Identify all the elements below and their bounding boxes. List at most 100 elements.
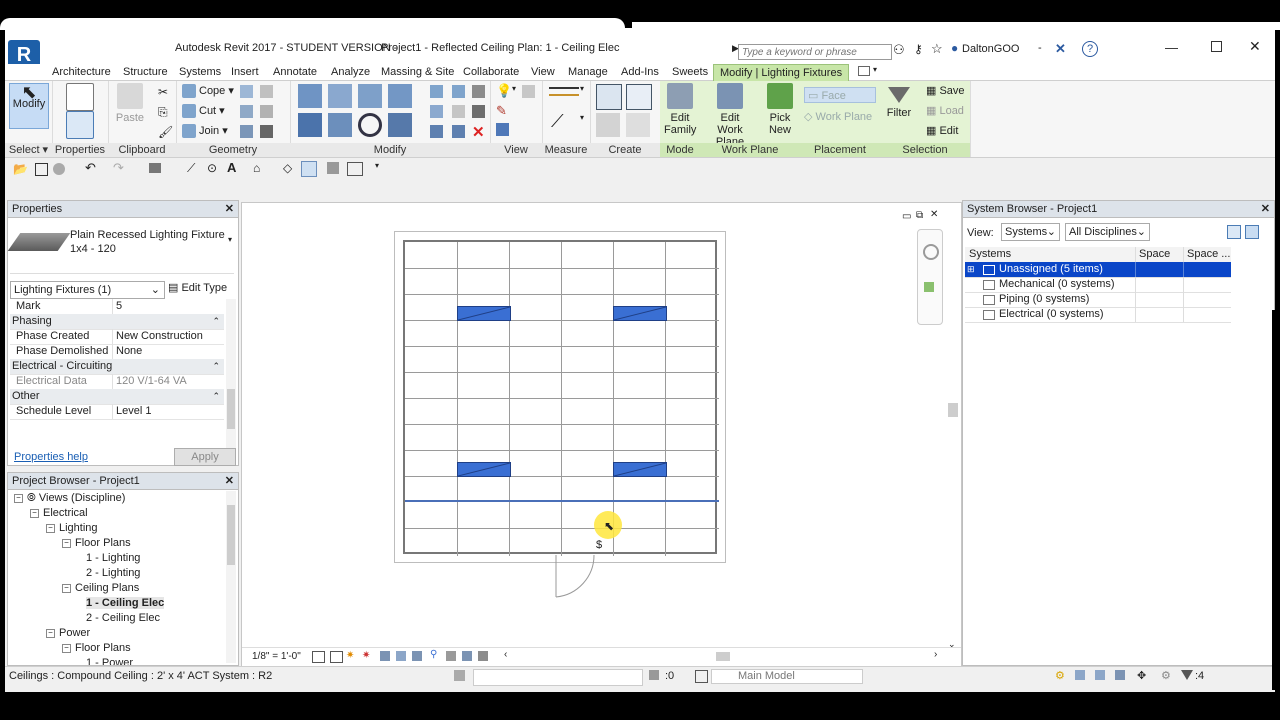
- tab-analyze[interactable]: Analyze: [331, 64, 370, 80]
- temp-view-properties-icon[interactable]: [462, 651, 472, 661]
- property-row[interactable]: Schedule Level Level 1: [10, 404, 224, 420]
- temp-hide-icon[interactable]: ⚲: [430, 649, 437, 660]
- measure-icon[interactable]: [549, 87, 579, 96]
- drag-elements-icon[interactable]: ✥: [1137, 669, 1146, 682]
- property-row[interactable]: Phase Created New Construction: [10, 329, 224, 345]
- join-button[interactable]: Join ▾: [182, 123, 228, 139]
- design-options-icon[interactable]: [695, 670, 708, 683]
- properties-button[interactable]: [66, 111, 94, 142]
- system-browser-options-icon[interactable]: [1245, 225, 1259, 239]
- properties-scrollbar[interactable]: [226, 299, 236, 449]
- apply-button[interactable]: Apply: [174, 448, 236, 466]
- tree-collapse-icon[interactable]: −: [14, 493, 23, 503]
- browser-tree-item[interactable]: − Electrical: [30, 506, 88, 521]
- instance-filter-select[interactable]: Lighting Fixtures (1) ⌄: [10, 281, 165, 299]
- cut-geometry-button[interactable]: Cut ▾: [182, 103, 225, 119]
- tab-view[interactable]: View: [531, 64, 555, 80]
- dimension-dropdown-icon[interactable]: ▾: [580, 113, 584, 122]
- modify-tool-button[interactable]: ⬉ Modify: [9, 83, 49, 129]
- filter-status-icon[interactable]: [1181, 670, 1193, 680]
- property-value[interactable]: Level 1: [112, 404, 224, 419]
- property-category[interactable]: Phasing ⌃: [10, 314, 224, 330]
- section-icon[interactable]: ◇: [283, 161, 292, 175]
- array-icon[interactable]: [430, 105, 443, 118]
- rotate-icon[interactable]: [358, 113, 382, 137]
- lighting-fixture[interactable]: [613, 306, 667, 321]
- measure-dropdown-icon[interactable]: ▾: [580, 84, 584, 93]
- property-row[interactable]: Mark 5: [10, 299, 224, 315]
- browser-tree-item[interactable]: − ⦾ Views (Discipline): [14, 491, 125, 506]
- create-similar-icon[interactable]: [626, 113, 650, 137]
- tab-modify-lighting-fixtures[interactable]: Modify | Lighting Fixtures: [713, 64, 850, 81]
- ribbon-minimize-icon[interactable]: [858, 66, 870, 76]
- star-icon[interactable]: ☆: [931, 41, 943, 57]
- tree-collapse-icon[interactable]: −: [62, 583, 71, 593]
- view-minimize-icon[interactable]: ▭: [902, 211, 911, 222]
- aligned-dimension-icon[interactable]: ⊙: [207, 161, 217, 175]
- demolish-icon[interactable]: [240, 105, 253, 118]
- load-selection-button[interactable]: ▦ Load: [926, 103, 964, 119]
- create-group-icon[interactable]: [596, 113, 620, 137]
- type-selector[interactable]: Plain Recessed Lighting Fixture 1x4 - 12…: [7, 221, 234, 274]
- create-assembly-icon[interactable]: [596, 84, 622, 110]
- tab-collaborate[interactable]: Collaborate: [463, 64, 519, 80]
- move-icon[interactable]: [298, 113, 322, 137]
- search-input[interactable]: [738, 44, 892, 60]
- edit-family-button[interactable]: Edit Family: [664, 83, 696, 136]
- worksets-icon[interactable]: [454, 670, 465, 681]
- type-dropdown-icon[interactable]: ▾: [228, 235, 232, 244]
- property-value[interactable]: New Construction: [112, 329, 224, 344]
- edit-type-button[interactable]: ▤ Edit Type: [168, 281, 227, 294]
- tree-collapse-icon[interactable]: −: [46, 628, 55, 638]
- override-graphics-icon[interactable]: ✎: [496, 103, 507, 119]
- split-element-icon[interactable]: [430, 85, 443, 98]
- thin-lines-icon[interactable]: [301, 161, 317, 177]
- visual-style-icon[interactable]: [330, 651, 343, 663]
- user-icon[interactable]: ●: [951, 41, 958, 55]
- canvas-horizontal-scrollbar[interactable]: [716, 652, 730, 661]
- align-icon[interactable]: [298, 84, 322, 108]
- properties-close-icon[interactable]: ✕: [225, 201, 234, 217]
- detail-level-icon[interactable]: [312, 651, 325, 663]
- pin-icon[interactable]: [472, 105, 485, 118]
- collapse-icon[interactable]: ⌃: [212, 389, 220, 404]
- wall-joins-icon[interactable]: [240, 85, 253, 98]
- hide-in-view-icon[interactable]: 💡: [496, 83, 512, 99]
- select-underlay-icon[interactable]: [1075, 670, 1085, 680]
- edit-work-plane-button[interactable]: Edit Work Plane: [702, 83, 758, 148]
- binoculars-icon[interactable]: ⚇: [893, 42, 905, 58]
- view-close-icon[interactable]: ✕: [930, 209, 938, 220]
- tree-collapse-icon[interactable]: −: [62, 643, 71, 653]
- tab-systems[interactable]: Systems: [179, 64, 221, 80]
- select-group-label[interactable]: Select ▾: [5, 143, 52, 157]
- project-browser-close-icon[interactable]: ✕: [225, 473, 234, 489]
- scrollbar-thumb[interactable]: [227, 389, 235, 429]
- active-workset-select[interactable]: [473, 669, 643, 686]
- expand-icon[interactable]: ⊞: [967, 262, 975, 277]
- open-icon[interactable]: 📂: [13, 162, 28, 176]
- scroll-right-icon[interactable]: ›: [934, 649, 937, 660]
- zoom-icon[interactable]: [924, 282, 934, 292]
- view-select[interactable]: Systems ⌄: [1001, 223, 1060, 241]
- system-row[interactable]: Piping (0 systems): [965, 292, 1231, 308]
- hammer-icon[interactable]: [260, 125, 273, 138]
- trim-multiple-icon[interactable]: [430, 125, 443, 138]
- system-browser-close-icon[interactable]: ✕: [1261, 201, 1270, 217]
- cope-button[interactable]: Cope ▾: [182, 83, 234, 99]
- browser-tree-item[interactable]: − Floor Plans: [62, 641, 131, 656]
- linework-icon[interactable]: [496, 123, 509, 136]
- property-row[interactable]: Electrical Data 120 V/1-64 VA: [10, 374, 224, 390]
- mirror-draw-icon[interactable]: [388, 84, 412, 108]
- property-row[interactable]: Phase Demolished None: [10, 344, 224, 360]
- ribbon-dropdown-icon[interactable]: ▾: [873, 65, 877, 74]
- design-option-select[interactable]: Main Model: [711, 669, 863, 684]
- tab-annotate[interactable]: Annotate: [273, 64, 317, 80]
- view-dropdown-icon[interactable]: ▾: [512, 84, 516, 93]
- tab-structure[interactable]: Structure: [123, 64, 168, 80]
- offset-icon[interactable]: [328, 84, 352, 108]
- browser-scrollbar[interactable]: [226, 491, 236, 663]
- user-name[interactable]: DaltonGOO: [962, 43, 1019, 55]
- key-icon[interactable]: ⚷: [914, 42, 923, 56]
- show-crop-icon[interactable]: [396, 651, 406, 661]
- minimize-icon[interactable]: —: [1165, 40, 1178, 55]
